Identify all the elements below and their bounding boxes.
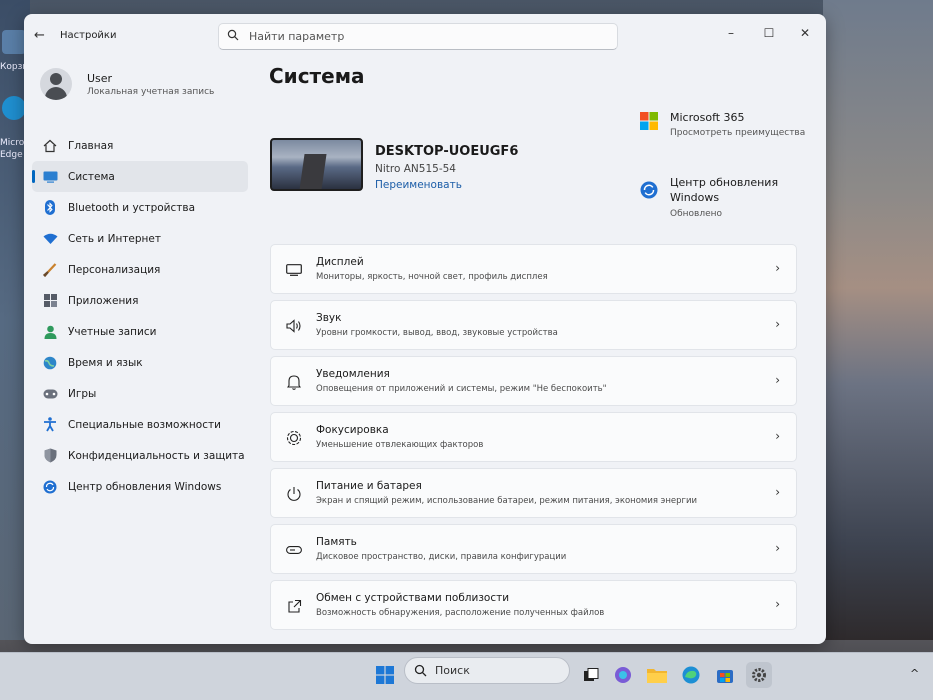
accessibility-icon bbox=[42, 417, 58, 433]
settings-cards: Дисплей Мониторы, яркость, ночной свет, … bbox=[270, 244, 797, 636]
brush-icon bbox=[42, 262, 58, 278]
minimize-icon[interactable]: – bbox=[714, 22, 748, 44]
taskbar: Поиск ^ bbox=[0, 652, 933, 700]
chevron-right-icon: › bbox=[775, 429, 780, 443]
chevron-right-icon: › bbox=[775, 597, 780, 611]
system-icon bbox=[42, 169, 58, 185]
card-nearby-sharing[interactable]: Обмен с устройствами поблизости Возможно… bbox=[270, 580, 797, 630]
start-button[interactable] bbox=[372, 662, 398, 688]
share-icon bbox=[285, 597, 303, 615]
task-view-icon[interactable] bbox=[578, 662, 604, 688]
time-language-icon bbox=[42, 355, 58, 371]
chevron-right-icon: › bbox=[775, 541, 780, 555]
sidebar-item-time-language[interactable]: Время и язык bbox=[32, 347, 248, 378]
tray-overflow-chevron[interactable]: ^ bbox=[910, 667, 919, 680]
promo-subtitle: Просмотреть преимущества bbox=[670, 128, 806, 138]
promo-subtitle: Обновлено bbox=[670, 209, 723, 219]
accounts-icon bbox=[42, 324, 58, 340]
desktop-label-edge: Edge bbox=[0, 150, 23, 160]
focus-icon bbox=[285, 429, 303, 447]
microsoft-store-icon[interactable] bbox=[712, 662, 738, 688]
page-title: Система bbox=[269, 64, 365, 88]
chevron-right-icon: › bbox=[775, 485, 780, 499]
edge-browser-icon[interactable] bbox=[678, 662, 704, 688]
storage-icon bbox=[285, 541, 303, 559]
account-type: Локальная учетная запись bbox=[87, 87, 215, 97]
card-storage[interactable]: Память Дисковое пространство, диски, пра… bbox=[270, 524, 797, 574]
sidebar-item-accessibility[interactable]: Специальные возможности bbox=[32, 409, 248, 440]
app-title: Настройки bbox=[60, 30, 117, 41]
search-icon bbox=[414, 664, 427, 677]
chevron-right-icon: › bbox=[775, 373, 780, 387]
home-icon bbox=[42, 138, 58, 154]
close-icon[interactable]: ✕ bbox=[788, 22, 822, 44]
settings-window: ← Настройки Найти параметр – ☐ ✕ User Ло… bbox=[24, 14, 826, 644]
maximize-icon[interactable]: ☐ bbox=[752, 22, 786, 44]
shield-icon bbox=[42, 448, 58, 464]
card-notifications[interactable]: Уведомления Оповещения от приложений и с… bbox=[270, 356, 797, 406]
sidebar-item-gaming[interactable]: Игры bbox=[32, 378, 248, 409]
card-sound[interactable]: Звук Уровни громкости, вывод, ввод, звук… bbox=[270, 300, 797, 350]
power-icon bbox=[285, 485, 303, 503]
microsoft-logo-icon bbox=[640, 112, 658, 130]
chevron-right-icon: › bbox=[775, 261, 780, 275]
back-arrow-icon[interactable]: ← bbox=[34, 28, 45, 43]
sidebar-item-system[interactable]: Система bbox=[32, 161, 248, 192]
sidebar-item-windows-update[interactable]: Центр обновления Windows bbox=[32, 471, 248, 502]
device-name: DESKTOP-UOEUGF6 bbox=[375, 144, 519, 159]
promo-title: Центр обновления Windows bbox=[670, 176, 779, 204]
sidebar-item-accounts[interactable]: Учетные записи bbox=[32, 316, 248, 347]
card-display[interactable]: Дисплей Мониторы, яркость, ночной свет, … bbox=[270, 244, 797, 294]
desktop-right-edge bbox=[823, 0, 933, 640]
search-placeholder: Найти параметр bbox=[249, 30, 345, 43]
recycle-bin-icon[interactable] bbox=[2, 30, 26, 54]
wifi-icon bbox=[42, 231, 58, 247]
search-input[interactable]: Найти параметр bbox=[218, 23, 618, 50]
title-bar: ← Настройки Найти параметр – ☐ ✕ bbox=[24, 14, 826, 54]
bluetooth-icon bbox=[42, 200, 58, 216]
sidebar-item-bluetooth[interactable]: Bluetooth и устройства bbox=[32, 192, 248, 223]
settings-gear-icon[interactable] bbox=[746, 662, 772, 688]
search-icon bbox=[227, 29, 239, 41]
update-icon bbox=[42, 479, 58, 495]
sidebar-item-privacy[interactable]: Конфиденциальность и защита bbox=[32, 440, 248, 471]
windows-logo-icon bbox=[376, 666, 394, 684]
sidebar-item-personalization[interactable]: Персонализация bbox=[32, 254, 248, 285]
avatar bbox=[40, 68, 72, 100]
file-explorer-icon[interactable] bbox=[644, 662, 670, 688]
gamepad-icon bbox=[42, 386, 58, 402]
promo-title: Microsoft 365 bbox=[670, 111, 745, 124]
rename-link[interactable]: Переименовать bbox=[375, 179, 462, 191]
user-name: User bbox=[87, 72, 113, 85]
sidebar-item-network[interactable]: Сеть и Интернет bbox=[32, 223, 248, 254]
apps-icon bbox=[42, 293, 58, 309]
copilot-icon[interactable] bbox=[610, 662, 636, 688]
sidebar-nav: Главная Система Bluetooth и устройства С… bbox=[32, 130, 248, 502]
device-wallpaper-thumbnail[interactable] bbox=[270, 138, 363, 191]
display-icon bbox=[285, 261, 303, 279]
sidebar-item-home[interactable]: Главная bbox=[32, 130, 248, 161]
card-power-battery[interactable]: Питание и батарея Экран и спящий режим, … bbox=[270, 468, 797, 518]
speaker-icon bbox=[285, 317, 303, 335]
device-model: Nitro AN515-54 bbox=[375, 163, 456, 175]
edge-desktop-icon[interactable] bbox=[2, 96, 26, 120]
bell-icon bbox=[285, 373, 303, 391]
sidebar-item-apps[interactable]: Приложения bbox=[32, 285, 248, 316]
taskbar-search-label: Поиск bbox=[435, 664, 470, 677]
card-focus[interactable]: Фокусировка Уменьшение отвлекающих факто… bbox=[270, 412, 797, 462]
taskbar-search[interactable]: Поиск bbox=[404, 657, 570, 684]
windows-update-icon bbox=[640, 181, 658, 199]
chevron-right-icon: › bbox=[775, 317, 780, 331]
